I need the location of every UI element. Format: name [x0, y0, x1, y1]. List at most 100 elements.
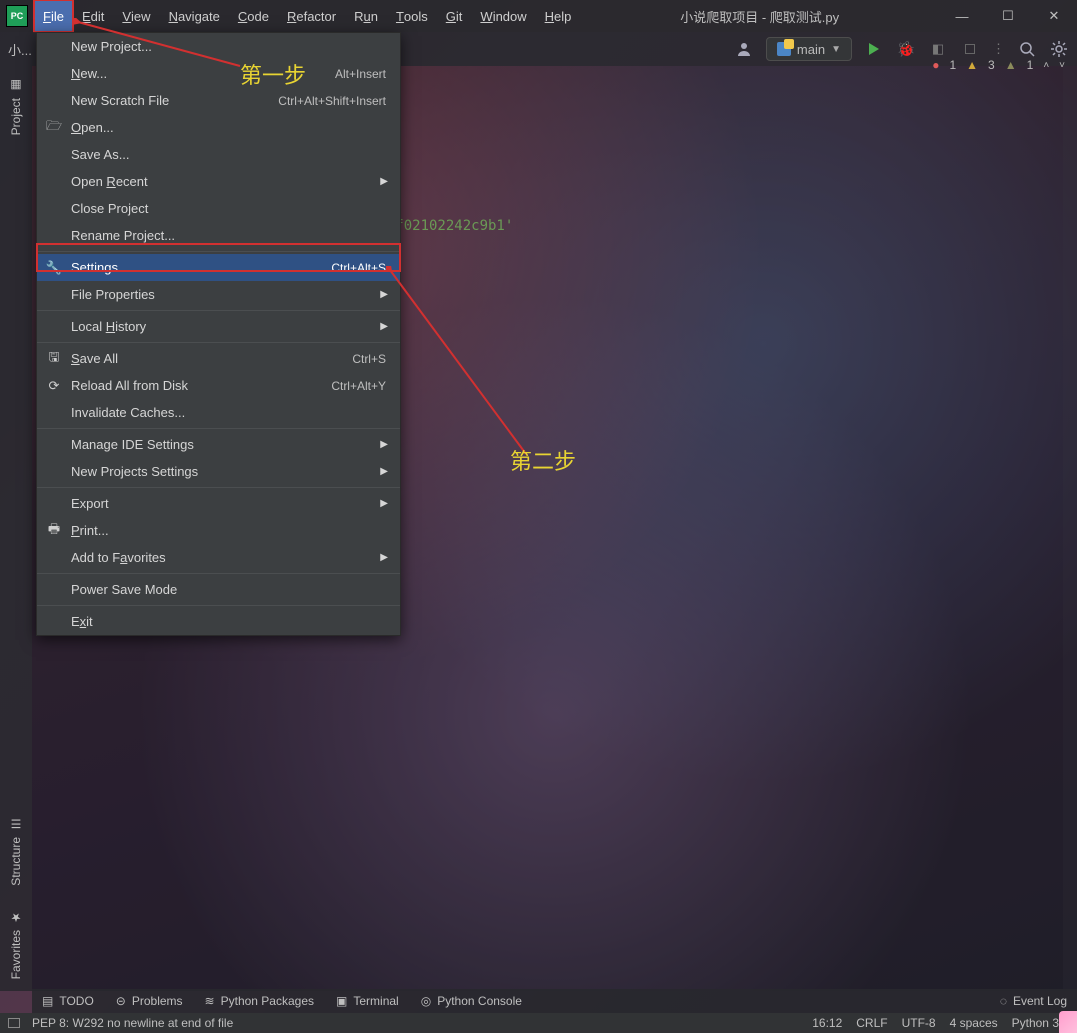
file-menu-dropdown: New Project...New...Alt+InsertNew Scratc…: [36, 32, 401, 636]
menu-item-save-all[interactable]: 🖫Save AllCtrl+S: [37, 345, 400, 372]
chevron-down-icon[interactable]: ˅: [1059, 60, 1065, 71]
menu-item-open-recent[interactable]: Open Recent▶: [37, 168, 400, 195]
stop-icon: [965, 44, 975, 54]
menu-item-invalidate-caches[interactable]: Invalidate Caches...: [37, 399, 400, 426]
printer-icon: 🖶: [45, 520, 63, 542]
maximize-button[interactable]: ☐: [985, 0, 1031, 32]
menu-item-add-to-favorites[interactable]: Add to Favorites▶: [37, 544, 400, 571]
menu-help[interactable]: Help: [536, 0, 581, 32]
menu-item-label: New Scratch File: [71, 93, 278, 108]
line-separator[interactable]: CRLF: [856, 1016, 887, 1030]
menu-item-label: Invalidate Caches...: [71, 405, 386, 420]
problems-label: Problems: [132, 994, 183, 1008]
menu-separator: [37, 251, 400, 252]
pycharm-logo-icon: PC: [6, 5, 28, 27]
error-count: 1: [949, 58, 956, 72]
menu-item-new[interactable]: New...Alt+Insert: [37, 60, 400, 87]
inspection-widget[interactable]: ●1 ▲3 ▲1 ˄ ˅: [932, 58, 1065, 72]
annotation-step2-text: 第二步: [510, 444, 576, 476]
menu-item-new-projects-settings[interactable]: New Projects Settings▶: [37, 458, 400, 485]
menu-item-new-scratch-file[interactable]: New Scratch FileCtrl+Alt+Shift+Insert: [37, 87, 400, 114]
run-button[interactable]: [864, 39, 884, 59]
submenu-arrow-icon: ▶: [380, 289, 388, 300]
file-encoding[interactable]: UTF-8: [902, 1016, 936, 1030]
menu-window[interactable]: Window: [471, 0, 535, 32]
menu-item-open[interactable]: 🗁Open...: [37, 114, 400, 141]
indent-setting[interactable]: 4 spaces: [950, 1016, 998, 1030]
submenu-arrow-icon: ▶: [380, 466, 388, 477]
menu-item-label: New Projects Settings: [71, 464, 386, 479]
menu-file[interactable]: File: [34, 0, 73, 32]
python-packages-label: Python Packages: [221, 994, 314, 1008]
ide-settings-button[interactable]: [1049, 39, 1069, 59]
menu-item-settings[interactable]: 🔧Settings...Ctrl+Alt+S: [37, 254, 400, 281]
todo-label: TODO: [59, 994, 93, 1008]
disk-icon: 🖫: [45, 348, 63, 370]
todo-icon: ▤: [42, 994, 53, 1008]
menu-item-new-project[interactable]: New Project...: [37, 33, 400, 60]
menu-refactor[interactable]: Refactor: [278, 0, 345, 32]
menu-item-label: Local History: [71, 319, 386, 334]
run-with-coverage-button[interactable]: ◧: [928, 39, 948, 59]
menu-item-reload-all-from-disk[interactable]: ⟳Reload All from DiskCtrl+Alt+Y: [37, 372, 400, 399]
project-tool-button[interactable]: Project ▦: [9, 66, 23, 147]
terminal-tool-button[interactable]: ▣Terminal: [336, 994, 399, 1008]
search-everywhere-button[interactable]: [1017, 39, 1037, 59]
menu-view[interactable]: View: [113, 0, 159, 32]
menu-item-label: Settings...: [71, 260, 331, 275]
menu-navigate[interactable]: Navigate: [160, 0, 229, 32]
menu-item-print[interactable]: 🖶Print...: [37, 517, 400, 544]
python-packages-tool-button[interactable]: ≋Python Packages: [205, 994, 314, 1008]
breadcrumb[interactable]: 小...: [0, 40, 32, 59]
menu-run[interactable]: Run: [345, 0, 387, 32]
submenu-arrow-icon: ▶: [380, 321, 388, 332]
python-console-tool-button[interactable]: ◎Python Console: [421, 994, 522, 1008]
menu-item-label: Power Save Mode: [71, 582, 386, 597]
menu-code[interactable]: Code: [229, 0, 278, 32]
problems-icon: ⊝: [116, 994, 126, 1008]
menu-item-file-properties[interactable]: File Properties▶: [37, 281, 400, 308]
debug-button[interactable]: 🐞: [896, 39, 916, 59]
menu-item-label: Save As...: [71, 147, 386, 162]
menu-tools[interactable]: Tools: [387, 0, 437, 32]
menu-item-label: Reload All from Disk: [71, 378, 331, 393]
terminal-label: Terminal: [353, 994, 398, 1008]
menu-item-export[interactable]: Export▶: [37, 490, 400, 517]
favorites-tool-button[interactable]: Favorites ★: [9, 898, 23, 991]
menu-item-manage-ide-settings[interactable]: Manage IDE Settings▶: [37, 431, 400, 458]
menu-separator: [37, 573, 400, 574]
chevron-up-icon[interactable]: ˄: [1043, 60, 1049, 71]
problems-tool-button[interactable]: ⊝ Problems: [116, 994, 183, 1008]
caret-position[interactable]: 16:12: [812, 1016, 842, 1030]
menu-item-power-save-mode[interactable]: Power Save Mode: [37, 576, 400, 603]
error-stripe[interactable]: [1063, 66, 1077, 989]
status-message: PEP 8: W292 no newline at end of file: [32, 1016, 233, 1030]
menu-item-label: Export: [71, 496, 386, 511]
structure-tool-button[interactable]: Structure ☰: [9, 805, 23, 898]
menu-edit[interactable]: Edit: [73, 0, 113, 32]
window-controls: — ☐ ✕: [939, 0, 1077, 32]
stop-button[interactable]: [960, 39, 980, 59]
event-log-tool-button[interactable]: ◌Event Log: [1000, 994, 1067, 1008]
menu-item-label: Exit: [71, 614, 386, 629]
menu-item-local-history[interactable]: Local History▶: [37, 313, 400, 340]
bottom-tool-window-bar: ▤ TODO ⊝ Problems ≋Python Packages ▣Termin…: [32, 989, 1077, 1013]
menu-item-label: Manage IDE Settings: [71, 437, 386, 452]
menu-item-exit[interactable]: Exit: [37, 608, 400, 635]
menu-item-label: Rename Project...: [71, 228, 386, 243]
minimize-button[interactable]: —: [939, 0, 985, 32]
todo-tool-button[interactable]: ▤ TODO: [42, 994, 94, 1008]
user-icon[interactable]: [734, 39, 754, 59]
menu-item-save-as[interactable]: Save As...: [37, 141, 400, 168]
menu-item-rename-project[interactable]: Rename Project...: [37, 222, 400, 249]
menu-git[interactable]: Git: [437, 0, 472, 32]
menu-item-shortcut: Ctrl+Alt+Y: [331, 379, 386, 393]
submenu-arrow-icon: ▶: [380, 498, 388, 509]
menu-separator: [37, 342, 400, 343]
menu-item-close-project[interactable]: Close Project: [37, 195, 400, 222]
close-button[interactable]: ✕: [1031, 0, 1077, 32]
run-configuration-selector[interactable]: main ▼: [766, 37, 852, 61]
tool-windows-toggle-icon[interactable]: [8, 1018, 20, 1028]
favorites-label: Favorites: [9, 930, 23, 979]
menu-separator: [37, 605, 400, 606]
